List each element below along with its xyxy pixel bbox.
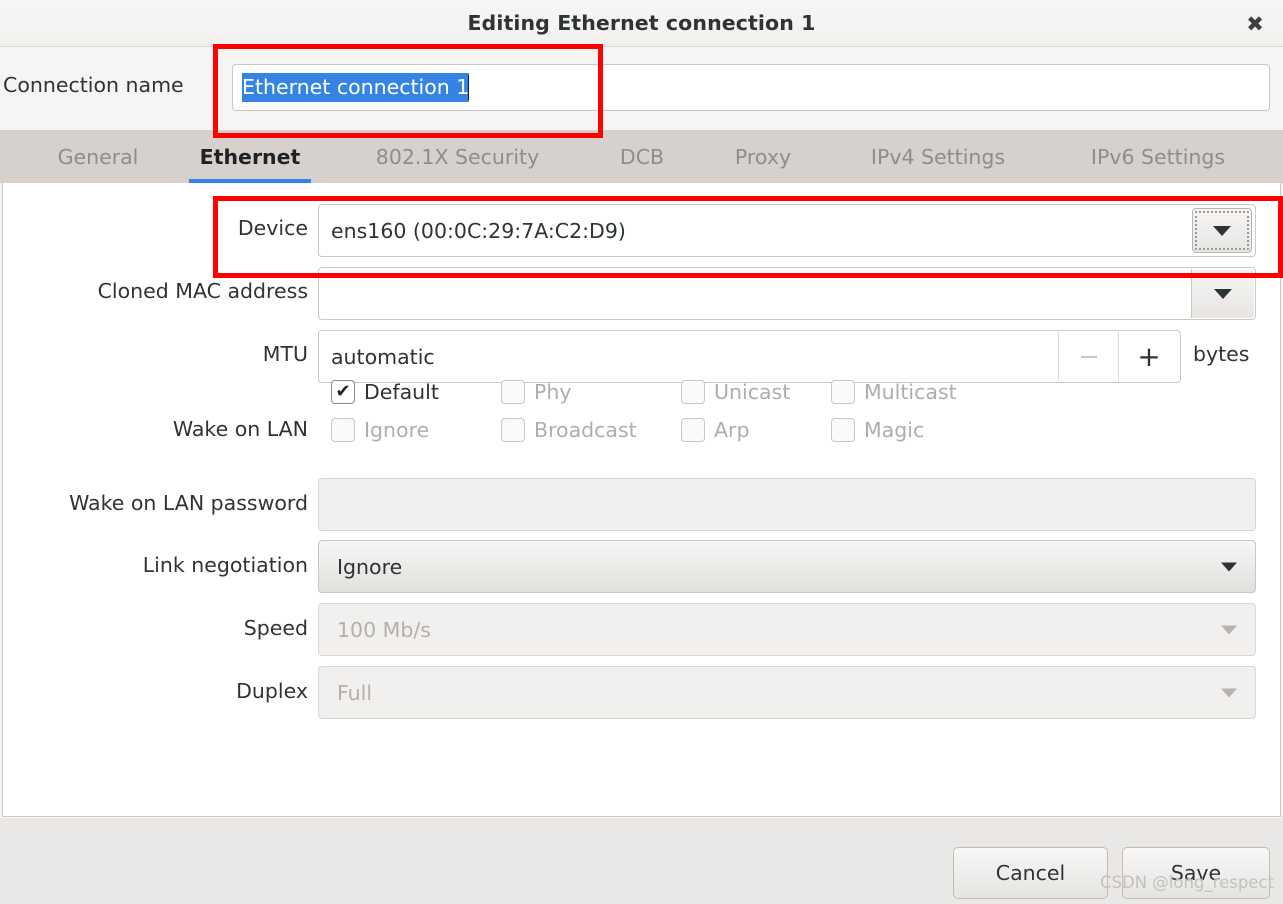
wol-password-input[interactable]	[318, 478, 1256, 531]
wol-checkbox-label: Arp	[714, 418, 750, 442]
connection-name-label: Connection name	[3, 73, 184, 97]
mtu-value: automatic	[331, 344, 435, 369]
close-icon[interactable]: ✖	[1241, 10, 1269, 38]
checkbox-icon	[681, 418, 705, 442]
watermark: CSDN @long_respect	[1100, 873, 1274, 892]
link-negotiation-value: Ignore	[337, 554, 403, 579]
chevron-down-icon	[1213, 225, 1231, 236]
window-title: Editing Ethernet connection 1	[467, 11, 816, 35]
wol-checkbox-unicast: Unicast	[681, 380, 790, 404]
duplex-label: Duplex	[236, 679, 308, 703]
wol-checkbox-ignore: Ignore	[331, 418, 429, 442]
cloned-mac-label: Cloned MAC address	[97, 279, 308, 303]
duplex-value: Full	[337, 680, 373, 705]
link-negotiation-label: Link negotiation	[142, 553, 308, 577]
wol-checkbox-label: Phy	[534, 380, 572, 404]
cloned-mac-combobox[interactable]	[318, 267, 1256, 320]
link-negotiation-combobox[interactable]: Ignore	[318, 540, 1256, 593]
device-label: Device	[237, 216, 308, 240]
wol-checkbox-broadcast: Broadcast	[501, 418, 637, 442]
tab-ethernet[interactable]: Ethernet	[175, 130, 325, 183]
wol-checkbox-label: Magic	[864, 418, 925, 442]
tab-proxy[interactable]: Proxy	[708, 130, 818, 183]
chevron-down-icon	[1221, 562, 1237, 571]
connection-name-value: Ethernet connection 1	[242, 73, 470, 102]
connection-name-input[interactable]: Ethernet connection 1	[232, 64, 1270, 111]
mtu-unit-label: bytes	[1193, 342, 1250, 366]
duplex-combobox[interactable]: Full	[318, 666, 1256, 719]
wol-checkbox-label: Default	[364, 380, 439, 404]
checkbox-icon	[831, 380, 855, 404]
wake-on-lan-label: Wake on LAN	[172, 417, 308, 441]
chevron-down-icon	[1214, 288, 1232, 299]
wol-checkbox-default[interactable]: ✔ Default	[331, 380, 439, 404]
text-caret	[468, 75, 470, 100]
checkbox-icon	[501, 380, 525, 404]
wol-checkbox-label: Broadcast	[534, 418, 637, 442]
connection-name-row: Connection name Ethernet connection 1	[0, 47, 1283, 130]
tab-ipv6-settings[interactable]: IPv6 Settings	[1058, 130, 1258, 183]
tab-general[interactable]: General	[22, 130, 174, 183]
cancel-button[interactable]: Cancel	[953, 847, 1108, 899]
checkbox-icon	[831, 418, 855, 442]
wol-checkbox-arp: Arp	[681, 418, 749, 442]
checkbox-icon: ✔	[331, 380, 355, 404]
device-combobox[interactable]: ens160 (00:0C:29:7A:C2:D9)	[318, 204, 1256, 257]
chevron-down-icon	[1221, 688, 1237, 697]
wol-checkbox-label: Multicast	[864, 380, 957, 404]
checkbox-icon	[681, 380, 705, 404]
speed-value: 100 Mb/s	[337, 617, 431, 642]
check-icon: ✔	[335, 381, 351, 402]
mtu-increment-button[interactable]: +	[1118, 332, 1179, 381]
speed-label: Speed	[243, 616, 308, 640]
speed-combobox[interactable]: 100 Mb/s	[318, 603, 1256, 656]
wol-checkbox-phy: Phy	[501, 380, 572, 404]
tab-dcb[interactable]: DCB	[592, 130, 692, 183]
mtu-label: MTU	[262, 342, 308, 366]
editing-ethernet-connection-dialog: Editing Ethernet connection 1 ✖ Connecti…	[0, 0, 1283, 904]
mtu-spinner[interactable]: automatic − +	[318, 330, 1181, 383]
tab-bar: General Ethernet 802.1X Security DCB Proxy IP…	[0, 130, 1283, 183]
wol-checkbox-magic: Magic	[831, 418, 924, 442]
tab-ipv4-settings[interactable]: IPv4 Settings	[838, 130, 1038, 183]
wol-checkbox-label: Unicast	[714, 380, 791, 404]
ethernet-settings-panel: Device ens160 (00:0C:29:7A:C2:D9) Cloned…	[2, 183, 1281, 817]
tab-802-1x-security[interactable]: 802.1X Security	[340, 130, 575, 183]
device-value: ens160 (00:0C:29:7A:C2:D9)	[331, 218, 626, 243]
wol-checkbox-multicast: Multicast	[831, 380, 957, 404]
cloned-mac-dropdown-button[interactable]	[1191, 269, 1254, 318]
checkbox-icon	[501, 418, 525, 442]
chevron-down-icon	[1221, 625, 1237, 634]
device-dropdown-button[interactable]	[1192, 208, 1252, 253]
checkbox-icon	[331, 418, 355, 442]
wol-checkbox-label: Ignore	[364, 418, 430, 442]
mtu-decrement-button[interactable]: −	[1058, 332, 1119, 381]
wol-password-label: Wake on LAN password	[69, 491, 308, 515]
window-titlebar: Editing Ethernet connection 1 ✖	[0, 0, 1283, 47]
